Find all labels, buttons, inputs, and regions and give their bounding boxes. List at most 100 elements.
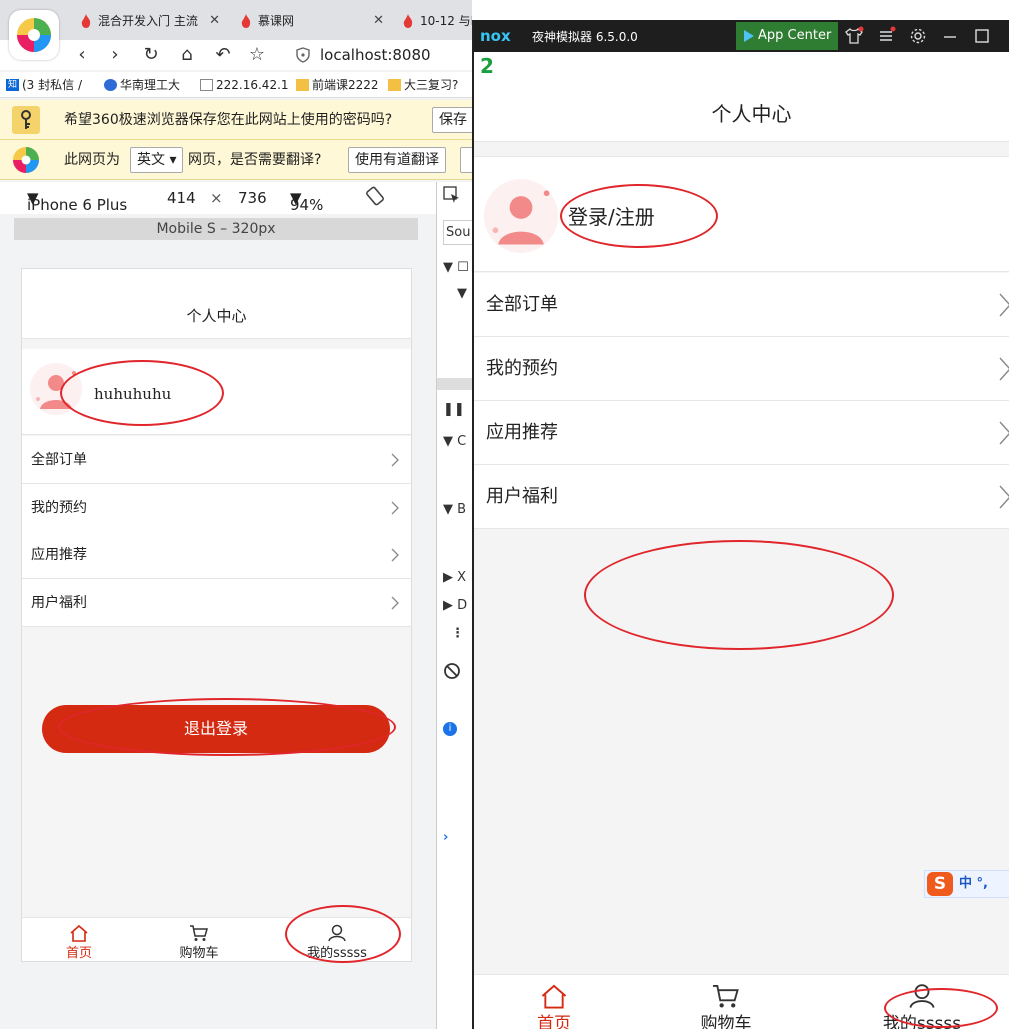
nox-logo: nox xyxy=(480,27,511,45)
menu-label: 用户福利 xyxy=(486,486,558,507)
nox-title: 夜神模拟器 6.5.0.0 xyxy=(532,30,638,44)
section-toggle[interactable]: ▼ B xyxy=(443,502,466,517)
tab-title: 混合开发入门 主流 xyxy=(98,14,198,28)
bookmark-item[interactable]: 前端课2222 xyxy=(296,76,379,94)
save-password-button[interactable]: 保存 xyxy=(432,107,472,133)
block-icon[interactable] xyxy=(443,662,461,680)
expand-arrow-icon[interactable]: ▼ xyxy=(457,286,467,301)
language-select[interactable]: 英文 ▾ xyxy=(130,147,184,173)
menu-item-benefits[interactable]: 用户福利 xyxy=(22,579,411,627)
kebab-menu-icon[interactable]: ⋮ xyxy=(451,626,464,641)
username: huhuhuhu xyxy=(94,385,172,403)
rotate-icon[interactable] xyxy=(364,185,386,207)
tab-title: 10-12 与Native xyxy=(420,14,472,28)
pause-icon[interactable]: ❚❚ xyxy=(443,402,465,417)
tab-mine[interactable]: 我的sssss xyxy=(282,924,392,961)
star-icon[interactable]: ☆ xyxy=(246,44,268,66)
bookmark-item[interactable]: 222.16.42.1 xyxy=(200,76,289,94)
home-icon xyxy=(70,924,88,942)
shirt-icon[interactable] xyxy=(844,26,864,46)
translate-button[interactable]: 使用有道翻译 xyxy=(348,147,446,173)
menu-item-orders[interactable]: 全部订单 xyxy=(474,273,1009,337)
zhihu-icon: 知 xyxy=(6,79,19,91)
tab-mine[interactable]: 我的sssss xyxy=(852,983,992,1029)
translate-prefix: 此网页为 xyxy=(64,152,120,168)
reload-icon[interactable]: ↻ xyxy=(140,44,162,66)
home-icon[interactable]: ⌂ xyxy=(176,44,198,66)
expand-arrow-icon[interactable]: ▼ ☐ xyxy=(443,260,469,275)
zoom-select[interactable]: 94% ▼ xyxy=(290,189,323,214)
menu-label: 全部订单 xyxy=(486,294,558,315)
media-query-bar[interactable]: Mobile S – 320px xyxy=(14,218,418,240)
menu-item-benefits[interactable]: 用户福利 xyxy=(474,465,1009,529)
page-icon xyxy=(200,79,213,91)
folder-icon xyxy=(388,79,401,91)
menu-item-appointments[interactable]: 我的预约 xyxy=(22,484,411,532)
section-toggle[interactable]: ▶ X xyxy=(443,570,466,585)
section-toggle[interactable]: ▼ C xyxy=(443,434,466,449)
undo-icon[interactable]: ↶ xyxy=(212,44,234,66)
tab-title: 慕课网 xyxy=(258,14,295,28)
page-header: 个人中心 xyxy=(22,269,411,339)
bookmark-item[interactable]: 华南理工大 xyxy=(104,76,180,94)
language-value: 英文 xyxy=(137,152,165,168)
tab-cart[interactable]: 购物车 xyxy=(144,924,254,961)
inspect-icon[interactable] xyxy=(443,186,461,204)
logout-button[interactable]: 退出登录 xyxy=(42,705,390,753)
menu-item-apps[interactable]: 应用推荐 xyxy=(22,531,411,579)
tab-strip: 混合开发入门 主流 ✕ 慕课网 ✕ 10-12 与Native i xyxy=(0,0,472,40)
avatar xyxy=(484,179,558,253)
folder-icon xyxy=(296,79,309,91)
zoom-value: 94% xyxy=(290,196,324,214)
browser-logo[interactable] xyxy=(9,10,59,60)
login-register-link[interactable]: 登录/注册 xyxy=(568,201,655,230)
menu-item-appointments[interactable]: 我的预约 xyxy=(474,337,1009,401)
infobar-text: 希望360极速浏览器保存您在此网站上使用的密码吗? xyxy=(64,112,393,128)
device-select[interactable]: iPhone 6 Plus ▼ xyxy=(27,189,127,214)
cart-icon xyxy=(190,925,208,941)
more-button[interactable] xyxy=(460,147,472,173)
browser-tab-2[interactable]: 慕课网 ✕ xyxy=(236,6,388,36)
browser-tab-3[interactable]: 10-12 与Native xyxy=(398,6,472,36)
menu-item-orders[interactable]: 全部订单 xyxy=(22,436,411,484)
profile-card[interactable]: huhuhuhu xyxy=(22,349,411,435)
play-store-icon xyxy=(744,30,754,42)
chevron-right-icon xyxy=(391,596,399,610)
menu-icon[interactable] xyxy=(876,26,896,46)
browser-tab-1[interactable]: 混合开发入门 主流 ✕ xyxy=(76,6,224,36)
menu-item-apps[interactable]: 应用推荐 xyxy=(474,401,1009,465)
close-icon[interactable]: ✕ xyxy=(209,6,220,36)
annotation-ring xyxy=(584,540,894,650)
nox-title-bar: nox 夜神模拟器 6.5.0.0 App Center xyxy=(474,20,1009,52)
app-center-button[interactable]: App Center xyxy=(736,22,838,50)
close-icon[interactable]: ✕ xyxy=(373,6,384,36)
tab-home[interactable]: 首页 xyxy=(484,983,624,1029)
url-text: localhost:8080 xyxy=(320,46,431,64)
bookmark-item[interactable]: 大三复习? xyxy=(388,76,458,94)
back-icon[interactable]: ‹ xyxy=(71,44,93,66)
sources-tab[interactable]: Sou xyxy=(443,220,472,245)
scrollbar[interactable] xyxy=(437,378,472,390)
nox-emulator-window: nox 夜神模拟器 6.5.0.0 App Center 2 个人中心 登录/注… xyxy=(472,20,1009,1029)
height-input[interactable]: 736 xyxy=(238,189,267,207)
bookmark-item[interactable]: 知 (3 封私信 / xyxy=(6,76,82,94)
chevron-right-icon xyxy=(999,357,1009,381)
tab-home[interactable]: 首页 xyxy=(24,924,134,961)
app-center-label: App Center xyxy=(758,28,832,43)
console-prompt-icon[interactable]: › xyxy=(443,830,448,845)
tab-label: 我的sssss xyxy=(307,946,367,961)
device-toolbar: iPhone 6 Plus ▼ 414 × 736 94% ▼ xyxy=(0,182,436,214)
browser-logo-small xyxy=(10,144,42,176)
tab-cart[interactable]: 购物车 xyxy=(656,983,796,1029)
chevron-right-icon xyxy=(999,421,1009,445)
ime-toolbar[interactable]: S 中 °, xyxy=(924,870,1009,898)
address-bar[interactable]: localhost:8080 xyxy=(290,43,472,67)
width-input[interactable]: 414 xyxy=(167,189,196,207)
section-toggle[interactable]: ▶ D xyxy=(443,598,467,613)
maximize-icon[interactable] xyxy=(972,26,992,46)
navigation-bar: ‹ › ↻ ⌂ ↶ ☆ localhost:8080 xyxy=(0,40,472,70)
forward-icon[interactable]: › xyxy=(104,44,126,66)
minimize-icon[interactable] xyxy=(940,26,960,46)
gear-icon[interactable] xyxy=(908,26,928,46)
login-card[interactable]: 登录/注册 xyxy=(474,156,1009,272)
